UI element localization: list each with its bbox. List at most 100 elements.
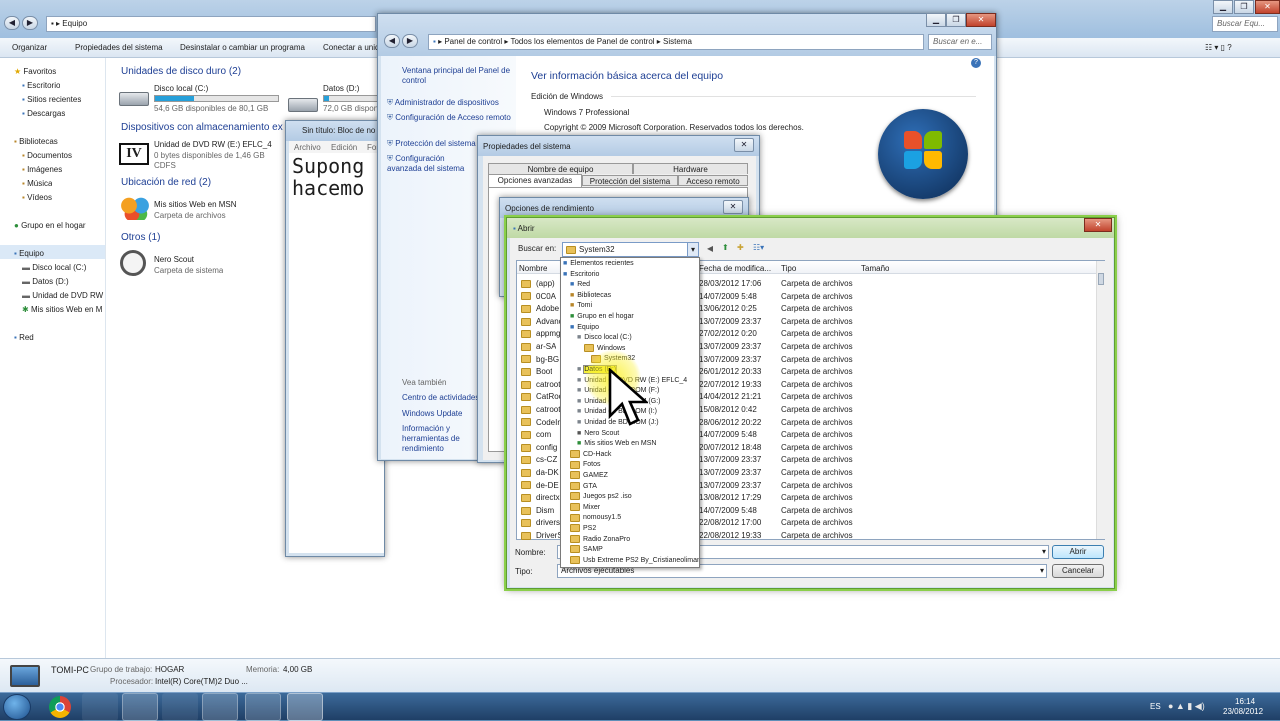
nav-documents[interactable]: ▪ Documentos <box>22 151 72 160</box>
close-button[interactable]: ✕ <box>966 13 996 27</box>
link-remote-access[interactable]: ⛨ Configuración de Acceso remoto <box>387 113 515 123</box>
dropdown-item[interactable]: Radio ZonaPro <box>570 534 630 546</box>
vertical-scrollbar[interactable] <box>1096 261 1105 539</box>
chevron-down-icon[interactable]: ▾ <box>1040 565 1044 577</box>
map-drive-button[interactable]: Conectar a unid <box>323 43 379 52</box>
dropdown-item[interactable]: Usb Extreme PS2 By_Cristianeolimany <box>570 555 699 567</box>
dropdown-item[interactable]: Fotos <box>570 460 601 471</box>
dropdown-item[interactable]: ■ Grupo en el hogar <box>570 312 634 323</box>
dvd-name[interactable]: Unidad de DVD RW (E:) EFLC_4 <box>154 140 272 149</box>
column-size[interactable]: Tamaño <box>861 264 889 273</box>
back-button[interactable]: ◀ <box>4 16 20 30</box>
chrome-icon[interactable] <box>49 696 71 718</box>
system-properties-button[interactable]: Propiedades del sistema <box>75 43 163 52</box>
view-menu-icon[interactable]: ☷▾ <box>753 243 764 252</box>
explorer-task-icon[interactable] <box>202 693 238 721</box>
dropdown-item[interactable]: ■ Escritorio <box>563 270 599 281</box>
drive-c-name[interactable]: Disco local (C:) <box>154 84 208 93</box>
dropdown-item[interactable]: nomousy1.5 <box>570 513 621 524</box>
dropdown-item[interactable]: ■ Nero Scout <box>577 429 619 440</box>
nav-msn[interactable]: ✱ Mis sitios Web en M <box>22 305 106 314</box>
view-options-icon[interactable]: ☷ ▾ ▯ ? <box>1205 43 1232 52</box>
dropdown-item[interactable]: ■ Elementos recientes <box>563 259 634 270</box>
open-button[interactable]: Abrir <box>1052 545 1104 559</box>
forward-button[interactable]: ▶ <box>22 16 38 30</box>
link-system-protection[interactable]: ⛨ Protección del sistema <box>387 139 477 149</box>
dropdown-item[interactable]: SAMP <box>570 545 603 556</box>
look-in-select[interactable]: System32 ▾ <box>562 242 699 257</box>
notepad-task-icon[interactable] <box>122 693 158 721</box>
column-date[interactable]: Fecha de modifica... <box>699 264 771 273</box>
nav-downloads[interactable]: ▪ Descargas <box>22 109 65 118</box>
nav-network[interactable]: ▪ Red <box>14 333 34 342</box>
address-bar[interactable]: ▪ ▸ Equipo <box>46 16 376 32</box>
group-other[interactable]: Otros (1) <box>121 232 160 243</box>
column-name[interactable]: Nombre <box>519 264 547 273</box>
tab-computer-name[interactable]: Nombre de equipo <box>488 163 633 174</box>
nav-dvd[interactable]: ▬ Unidad de DVD RW ( <box>22 291 106 300</box>
scrollbar-thumb[interactable] <box>1098 273 1104 285</box>
nav-images[interactable]: ▪ Imágenes <box>22 165 62 174</box>
maximize-button[interactable]: ❐ <box>1234 0 1254 14</box>
dropdown-item[interactable]: ■ Red <box>570 280 590 291</box>
tab-hardware[interactable]: Hardware <box>633 163 748 174</box>
back-button[interactable]: ◀ <box>384 34 400 48</box>
tab-system-protection[interactable]: Protección del sistema <box>582 175 678 186</box>
computer-header[interactable]: ▪ Equipo <box>14 249 44 258</box>
column-type[interactable]: Tipo <box>781 264 796 273</box>
link-control-home[interactable]: Ventana principal del Panel de control <box>402 66 512 86</box>
nav-music[interactable]: ▪ Música <box>22 179 52 188</box>
menu-file[interactable]: Archivo <box>294 143 321 152</box>
tray-icons[interactable]: ● ▲ ▮ ◀) <box>1168 701 1205 712</box>
dropdown-item[interactable]: Mixer <box>570 502 600 514</box>
favorites-header[interactable]: ★ Favoritos <box>14 67 56 76</box>
minimize-button[interactable]: ▁ <box>926 13 946 27</box>
uninstall-button[interactable]: Desinstalar o cambiar un programa <box>180 43 305 52</box>
dropdown-item[interactable]: CD-Hack <box>570 449 611 461</box>
start-button[interactable] <box>3 694 31 720</box>
group-removable[interactable]: Dispositivos con almacenamiento ex <box>121 122 286 133</box>
dropdown-item[interactable]: Juegos ps2 .iso <box>570 492 632 503</box>
nero-name[interactable]: Nero Scout <box>154 255 194 264</box>
control-search-input[interactable]: Buscar en e... <box>928 34 992 50</box>
cancel-button[interactable]: Cancelar <box>1052 564 1104 578</box>
close-button[interactable]: ✕ <box>1084 218 1112 232</box>
libraries-header[interactable]: ▪ Bibliotecas <box>14 137 58 146</box>
dropdown-item[interactable]: ■ Mis sitios Web en MSN <box>577 439 656 450</box>
dropdown-item[interactable]: GTA <box>570 481 597 493</box>
control-panel-task-icon[interactable] <box>245 693 281 721</box>
dropdown-item[interactable]: ■ Equipo <box>570 323 599 334</box>
group-network[interactable]: Ubicación de red (2) <box>121 177 211 188</box>
nav-drive-c[interactable]: ▬ Disco local (C:) <box>22 263 86 272</box>
nav-videos[interactable]: ▪ Vídeos <box>22 193 52 202</box>
search-input[interactable]: Buscar Equ... <box>1212 16 1278 32</box>
chevron-down-icon[interactable]: ▾ <box>1042 547 1046 556</box>
link-windows-update[interactable]: Windows Update <box>402 409 462 418</box>
tab-remote-access[interactable]: Acceso remoto <box>678 175 748 186</box>
link-performance-info[interactable]: Información y herramientas de rendimient… <box>402 424 482 454</box>
close-button[interactable]: ✕ <box>1255 0 1280 14</box>
link-advanced-settings[interactable]: ⛨ Configuración avanzada del sistema <box>387 154 477 174</box>
tab-advanced[interactable]: Opciones avanzadas <box>488 174 582 187</box>
organize-button[interactable]: Organizar <box>12 43 47 52</box>
dropdown-item[interactable]: ■ Tomi <box>570 301 592 312</box>
link-device-manager[interactable]: ⛨ Administrador de dispositivos <box>387 98 515 108</box>
minimize-button[interactable]: ▁ <box>1213 0 1233 14</box>
game-icon[interactable] <box>162 693 198 721</box>
nav-homegroup[interactable]: ● Grupo en el hogar <box>14 221 86 230</box>
nav-recent[interactable]: ▪ Sitios recientes <box>22 95 81 104</box>
control-address-bar[interactable]: ▪ ▸ Panel de control ▸ Todos los element… <box>428 34 924 50</box>
chevron-down-icon[interactable]: ▾ <box>687 243 698 256</box>
nav-desktop[interactable]: ▪ Escritorio <box>22 81 60 90</box>
clock-time[interactable]: 16:14 <box>1235 697 1255 706</box>
up-folder-icon[interactable]: ⬆ <box>722 243 729 252</box>
notepad-text-area[interactable]: Supong hacemo <box>289 153 384 553</box>
new-folder-icon[interactable]: ✚ <box>737 243 744 252</box>
menu-edit[interactable]: Edición <box>331 143 357 152</box>
clock-date[interactable]: 23/08/2012 <box>1223 707 1263 716</box>
drive-d-name[interactable]: Datos (D:) <box>323 84 359 93</box>
dropdown-item[interactable]: PS2 <box>570 524 596 535</box>
language-indicator[interactable]: ES <box>1150 702 1161 711</box>
link-action-center[interactable]: Centro de actividades <box>402 393 479 402</box>
group-hdd[interactable]: Unidades de disco duro (2) <box>121 66 241 77</box>
